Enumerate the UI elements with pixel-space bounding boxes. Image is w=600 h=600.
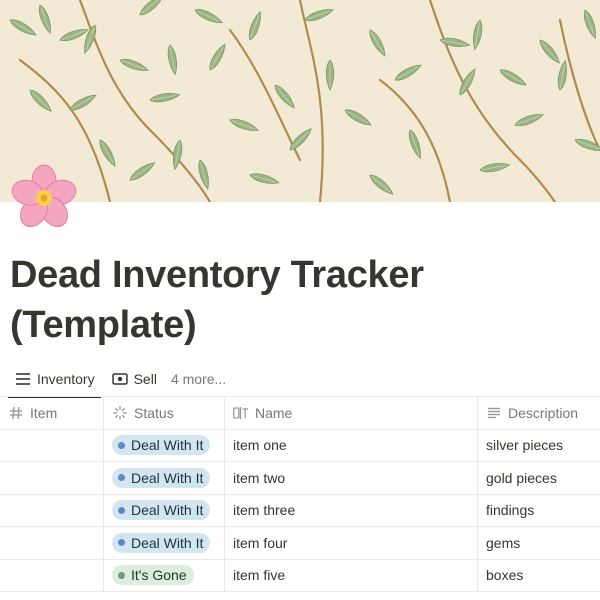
tab-inventory[interactable]: Inventory bbox=[8, 362, 101, 398]
item-cell[interactable] bbox=[0, 462, 104, 494]
cherry-blossom-icon[interactable] bbox=[4, 158, 84, 238]
list-icon bbox=[14, 370, 32, 388]
status-label: Deal With It bbox=[131, 469, 204, 486]
description-cell[interactable]: silver pieces bbox=[478, 430, 600, 462]
status-cell[interactable]: Deal With It bbox=[104, 462, 225, 494]
column-header-item[interactable]: Item bbox=[0, 397, 104, 429]
text-lines-icon bbox=[486, 405, 502, 421]
status-badge: Deal With It bbox=[112, 435, 211, 456]
item-cell[interactable] bbox=[0, 429, 104, 461]
tab-more[interactable]: 4 more... bbox=[165, 362, 232, 396]
status-dot bbox=[118, 571, 125, 579]
tab-label: Sell bbox=[133, 371, 157, 387]
status-label: Deal With It bbox=[131, 502, 204, 519]
table-header-row: Item Status Name Description bbox=[0, 397, 600, 430]
description-cell[interactable]: findings bbox=[478, 495, 600, 527]
page-cover-image[interactable] bbox=[0, 0, 600, 202]
page-title[interactable]: Dead Inventory Tracker (Template) bbox=[10, 250, 590, 350]
status-cell[interactable]: Deal With It bbox=[104, 494, 225, 526]
table-row[interactable]: Deal With It item four gems bbox=[0, 527, 600, 560]
tab-label: 4 more... bbox=[170, 371, 227, 387]
description-cell[interactable]: boxes bbox=[478, 560, 600, 592]
hash-icon bbox=[8, 405, 24, 421]
status-cell[interactable]: Deal With It bbox=[104, 527, 225, 559]
status-dot bbox=[118, 506, 125, 514]
inventory-table: Item Status Name Description Deal With I… bbox=[0, 397, 600, 592]
money-icon bbox=[111, 370, 129, 388]
status-label: Deal With It bbox=[131, 534, 204, 551]
status-badge: Deal With It bbox=[112, 467, 211, 488]
table-row[interactable]: It's Gone item five boxes bbox=[0, 559, 600, 592]
status-badge: It's Gone bbox=[112, 565, 194, 586]
column-label: Item bbox=[30, 404, 58, 421]
column-header-status[interactable]: Status bbox=[104, 397, 225, 429]
table-row[interactable]: Deal With It item one silver pieces bbox=[0, 429, 600, 462]
view-tabs: Inventory Sell 4 more... bbox=[0, 362, 600, 398]
willow-pattern-illustration bbox=[0, 0, 600, 202]
status-cell[interactable]: It's Gone bbox=[104, 559, 225, 591]
status-badge: Deal With It bbox=[112, 532, 211, 553]
status-badge: Deal With It bbox=[112, 500, 211, 521]
table-row[interactable]: Deal With It item two gold pieces bbox=[0, 462, 600, 495]
description-cell[interactable]: gold pieces bbox=[478, 462, 600, 494]
name-cell[interactable]: item three bbox=[225, 494, 478, 526]
column-label: Name bbox=[255, 404, 293, 421]
column-label: Status bbox=[134, 404, 174, 421]
status-label: Deal With It bbox=[131, 437, 204, 454]
title-icon bbox=[233, 405, 249, 421]
name-cell[interactable]: item five bbox=[225, 559, 478, 591]
status-cell[interactable]: Deal With It bbox=[104, 429, 225, 461]
status-dot bbox=[118, 539, 125, 547]
status-icon bbox=[112, 405, 128, 421]
status-label: It's Gone bbox=[131, 567, 187, 584]
name-cell[interactable]: item one bbox=[225, 429, 478, 461]
description-cell[interactable]: gems bbox=[478, 527, 600, 559]
tab-sell[interactable]: Sell bbox=[105, 362, 163, 396]
status-dot bbox=[118, 441, 125, 449]
name-cell[interactable]: item two bbox=[225, 462, 478, 494]
table-row[interactable]: Deal With It item three findings bbox=[0, 494, 600, 527]
column-header-name[interactable]: Name bbox=[225, 397, 478, 429]
name-cell[interactable]: item four bbox=[225, 527, 478, 559]
item-cell[interactable] bbox=[0, 559, 104, 591]
item-cell[interactable] bbox=[0, 527, 104, 559]
item-cell[interactable] bbox=[0, 494, 104, 526]
column-label: Description bbox=[508, 404, 579, 421]
status-dot bbox=[118, 474, 125, 482]
column-header-description[interactable]: Description bbox=[478, 397, 600, 429]
tab-label: Inventory bbox=[37, 371, 95, 387]
